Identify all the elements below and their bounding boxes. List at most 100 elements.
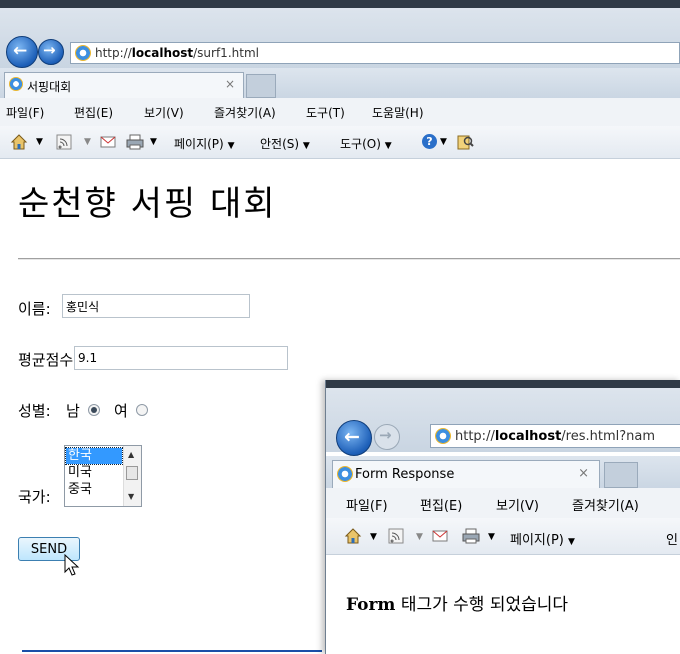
tab-close-icon[interactable]: × bbox=[225, 77, 235, 91]
scroll-up-icon[interactable]: ▲ bbox=[128, 450, 134, 459]
research-icon[interactable] bbox=[456, 133, 474, 151]
response-truncated-menu[interactable]: 인 bbox=[666, 529, 678, 548]
response-message-rest: 태그가 수행 되었습니다 bbox=[395, 595, 569, 615]
response-address-url: http://localhost/res.html?nam bbox=[455, 429, 655, 444]
forward-arrow-icon: → bbox=[43, 41, 56, 59]
print-dropdown-icon[interactable]: ▼ bbox=[150, 137, 157, 147]
response-print-dropdown-icon[interactable]: ▼ bbox=[488, 532, 495, 542]
response-home-dropdown-icon[interactable]: ▼ bbox=[370, 532, 377, 542]
scroll-down-icon[interactable]: ▼ bbox=[128, 492, 134, 501]
new-tab-button[interactable] bbox=[246, 74, 276, 98]
back-arrow-icon: ← bbox=[13, 41, 28, 61]
response-address-bar[interactable]: http://localhost/res.html?nam bbox=[430, 424, 680, 448]
response-browser-window: ← → http://localhost/res.html?nam Form R… bbox=[325, 380, 680, 654]
response-print-icon[interactable] bbox=[462, 527, 480, 545]
gender-female-label: 여 bbox=[114, 402, 128, 420]
tools-menu-label: 도구(O) bbox=[340, 137, 381, 151]
gender-female-radio[interactable] bbox=[136, 404, 148, 416]
response-menu-edit[interactable]: 편집(E) bbox=[420, 495, 462, 514]
help-dropdown-icon[interactable]: ▼ bbox=[440, 137, 447, 147]
safety-menu-label: 안전(S) bbox=[260, 137, 300, 151]
response-url-host: localhost bbox=[494, 429, 562, 444]
response-menu-file[interactable]: 파일(F) bbox=[346, 495, 388, 514]
country-listbox[interactable]: 한국 미국 중국 ▲ ▼ bbox=[64, 445, 142, 507]
response-home-icon[interactable] bbox=[344, 527, 362, 545]
page-menu[interactable]: 페이지(P) ▼ bbox=[174, 135, 234, 152]
page-dropdown-icon: ▼ bbox=[227, 141, 235, 151]
safety-menu[interactable]: 안전(S) ▼ bbox=[260, 135, 310, 152]
response-forward-button[interactable]: → bbox=[374, 424, 400, 450]
menu-help[interactable]: 도움말(H) bbox=[372, 104, 424, 121]
ie-page-icon bbox=[75, 45, 91, 61]
response-tab-close-icon[interactable]: × bbox=[578, 466, 589, 481]
response-menu-bar: 파일(F) 편집(E) 보기(V) 즐겨찾기(A) bbox=[326, 488, 680, 519]
forward-button[interactable]: → bbox=[38, 39, 64, 65]
tools-dropdown-icon: ▼ bbox=[384, 141, 392, 151]
response-page-menu[interactable]: 페이지(P) ▼ bbox=[510, 529, 575, 548]
response-title-strip bbox=[326, 380, 680, 388]
country-label: 국가: bbox=[18, 488, 51, 506]
link-underline bbox=[22, 650, 322, 652]
response-feeds-icon[interactable] bbox=[388, 528, 404, 544]
gender-label: 성별: bbox=[18, 402, 51, 420]
response-menu-view[interactable]: 보기(V) bbox=[496, 495, 539, 514]
command-bar: ▼ ▼ ▼ 페이지(P) ▼ 안전(S) ▼ 도구(O) ▼ ? ▼ bbox=[0, 126, 680, 159]
back-button[interactable]: ← bbox=[6, 36, 38, 68]
help-icon[interactable]: ? bbox=[422, 134, 437, 149]
response-url-path: /res.html?nam bbox=[561, 429, 656, 444]
mail-icon[interactable] bbox=[100, 135, 116, 149]
response-command-bar: ▼ ▼ ▼ 페이지(P) ▼ 인 bbox=[326, 518, 680, 555]
response-feeds-dropdown-icon[interactable]: ▼ bbox=[416, 532, 423, 542]
home-dropdown-icon[interactable]: ▼ bbox=[36, 137, 43, 147]
response-menu-favorites[interactable]: 즐겨찾기(A) bbox=[572, 495, 639, 514]
title-strip bbox=[0, 0, 680, 8]
country-option-usa[interactable]: 미국 bbox=[66, 465, 122, 481]
address-url: http://localhost/surf1.html bbox=[95, 46, 259, 60]
print-icon[interactable] bbox=[126, 133, 144, 151]
home-icon[interactable] bbox=[10, 133, 28, 151]
url-path: /surf1.html bbox=[193, 46, 259, 60]
tab-form-response[interactable]: Form Response × bbox=[332, 460, 600, 488]
gender-male-radio[interactable] bbox=[88, 404, 100, 416]
menu-favorites[interactable]: 즐겨찾기(A) bbox=[214, 104, 276, 121]
name-input[interactable] bbox=[62, 294, 250, 318]
response-navigation-bar: ← → http://localhost/res.html?nam bbox=[326, 380, 680, 456]
page-menu-label: 페이지(P) bbox=[174, 137, 224, 151]
response-mail-icon[interactable] bbox=[432, 529, 448, 543]
country-option-korea[interactable]: 한국 bbox=[65, 447, 123, 465]
tab-title: 서핑대회 bbox=[27, 80, 72, 94]
url-prefix: http:// bbox=[95, 46, 132, 60]
response-new-tab-button[interactable] bbox=[604, 462, 638, 488]
page-title: 순천향 서핑 대회 bbox=[18, 184, 277, 224]
menu-file[interactable]: 파일(F) bbox=[6, 104, 44, 121]
response-page-dropdown-icon: ▼ bbox=[568, 537, 575, 547]
tab-surfing-contest[interactable]: 서핑대회 × bbox=[4, 72, 244, 98]
tools-menu[interactable]: 도구(O) ▼ bbox=[340, 135, 392, 152]
divider bbox=[18, 258, 680, 260]
gender-male-label: 남 bbox=[66, 402, 80, 420]
safety-dropdown-icon: ▼ bbox=[302, 141, 310, 151]
menu-tools[interactable]: 도구(T) bbox=[306, 104, 345, 121]
response-ie-tab-icon bbox=[337, 466, 353, 482]
response-back-button[interactable]: ← bbox=[336, 420, 372, 456]
response-back-arrow-icon: ← bbox=[344, 426, 360, 448]
response-page-menu-label: 페이지(P) bbox=[510, 533, 564, 548]
response-tab-title: Form Response bbox=[355, 467, 455, 482]
feeds-dropdown-icon[interactable]: ▼ bbox=[84, 137, 91, 147]
feeds-icon[interactable] bbox=[56, 134, 72, 150]
listbox-scrollbar[interactable]: ▲ ▼ bbox=[123, 446, 141, 506]
address-bar[interactable]: http://localhost/surf1.html bbox=[70, 42, 680, 64]
name-label: 이름: bbox=[18, 300, 51, 318]
scroll-thumb[interactable] bbox=[126, 466, 138, 480]
score-input[interactable] bbox=[74, 346, 288, 370]
menu-edit[interactable]: 편집(E) bbox=[74, 104, 113, 121]
menu-bar: 파일(F) 편집(E) 보기(V) 즐겨찾기(A) 도구(T) 도움말(H) bbox=[0, 98, 680, 127]
navigation-bar: ← → http://localhost/surf1.html bbox=[0, 0, 680, 69]
response-ie-page-icon bbox=[435, 428, 451, 444]
response-forward-arrow-icon: → bbox=[379, 426, 392, 444]
score-label: 평균점수: bbox=[18, 351, 79, 369]
menu-view[interactable]: 보기(V) bbox=[144, 104, 184, 121]
country-option-china[interactable]: 중국 bbox=[66, 482, 122, 498]
mouse-cursor-icon bbox=[64, 554, 80, 576]
response-url-prefix: http:// bbox=[455, 429, 495, 444]
